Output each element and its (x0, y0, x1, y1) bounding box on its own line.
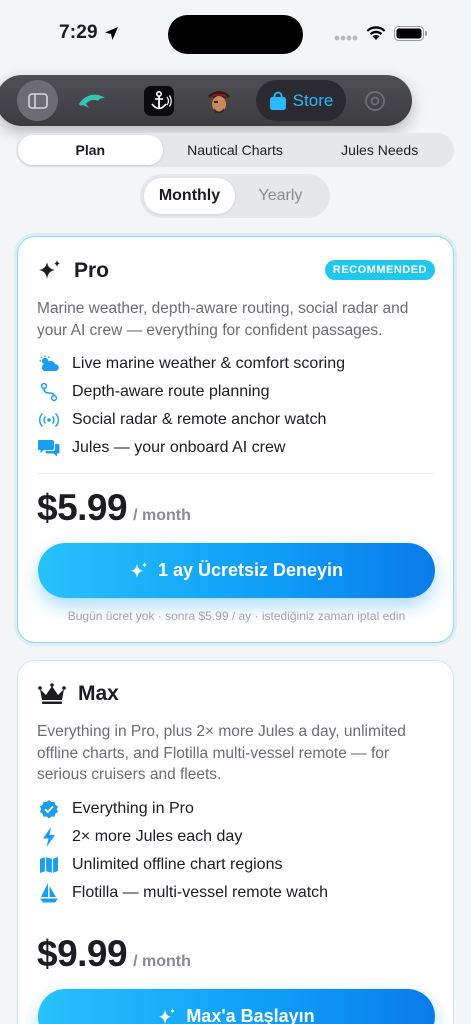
plan-description: Everything in Pro, plus 2× more Jules a … (37, 723, 406, 783)
start-trial-button[interactable]: 1 ay Ücretsiz Deneyin (38, 543, 435, 598)
dolphin-icon (79, 94, 105, 108)
feature-item: Depth-aware route planning (38, 378, 345, 406)
feature-label: Live marine weather & comfort scoring (72, 355, 345, 372)
price-period: / month (133, 507, 191, 524)
plan-card-max: Max Everything in Pro, plus 2× more Jule… (17, 660, 454, 1024)
dynamic-island (168, 15, 303, 54)
bolt-icon (38, 826, 60, 848)
crown-icon (38, 683, 66, 704)
radar-icon (38, 409, 60, 431)
tab-jules-needs[interactable]: Jules Needs (307, 135, 452, 165)
plan-name: Pro (74, 259, 110, 282)
feature-item: Live marine weather & comfort scoring (38, 350, 345, 378)
wifi-icon (366, 26, 386, 40)
plan-title-row: Max (38, 682, 119, 706)
feature-label: Depth-aware route planning (72, 383, 270, 400)
gear-icon (365, 90, 385, 111)
plan-card-pro: Pro RECOMMENDED Marine weather, depth-aw… (17, 236, 454, 643)
sparkle-icon (159, 1008, 176, 1024)
feature-label: Social radar & remote anchor watch (72, 411, 327, 428)
route-icon (38, 381, 60, 403)
feature-label: Unlimited offline chart regions (72, 856, 283, 873)
location-arrow-icon (105, 27, 118, 40)
feature-list: Everything in Pro 2× more Jules each day… (38, 795, 328, 907)
feature-item: 2× more Jules each day (38, 823, 328, 851)
signal-icon (334, 35, 358, 41)
card-divider (38, 473, 433, 474)
cta-label: Max'a Başlayın (186, 1006, 315, 1024)
price-amount: $5.99 (37, 487, 128, 528)
shopping-bag-icon (269, 91, 286, 110)
cta-label: 1 ay Ücretsiz Deneyin (157, 560, 344, 580)
feature-list: Live marine weather & comfort scoring De… (38, 350, 345, 462)
feature-item: Jules — your onboard AI crew (38, 434, 345, 462)
price-row: $5.99 / month (37, 487, 191, 529)
feature-item: Unlimited offline chart regions (38, 851, 328, 879)
feature-label: Everything in Pro (72, 800, 194, 817)
feature-label: Flotilla — multi-vessel remote watch (72, 884, 329, 901)
anchor-icon (144, 85, 174, 116)
feature-label: Jules — your onboard AI crew (72, 439, 286, 456)
sidebar-toggle-button[interactable] (17, 80, 58, 121)
battery-icon (394, 26, 427, 41)
map-icon (38, 854, 60, 876)
plan-name: Max (78, 682, 119, 705)
price-row: $9.99 / month (37, 933, 191, 975)
store-label: Store (292, 90, 334, 110)
section-tabs: Plan Nautical Charts Jules Needs (16, 133, 454, 167)
chat-icon (38, 437, 60, 459)
store-tab-button[interactable]: Store (256, 80, 346, 121)
feature-item: Flotilla — multi-vessel remote watch (38, 879, 328, 907)
tab-nautical-charts[interactable]: Nautical Charts (163, 135, 308, 165)
plan-title-row: Pro (38, 259, 109, 283)
sparkle-icon (130, 562, 147, 578)
feature-label: 2× more Jules each day (72, 828, 243, 845)
sidebar-icon (27, 92, 48, 109)
pirate-avatar-icon (208, 90, 230, 113)
settings-button[interactable] (360, 80, 390, 121)
weather-icon (38, 353, 60, 375)
pirate-avatar-button[interactable] (202, 80, 236, 121)
tab-plan[interactable]: Plan (18, 135, 163, 165)
price-period: / month (133, 953, 191, 970)
monthly-option[interactable]: Monthly (144, 178, 235, 214)
price-amount: $9.99 (37, 933, 128, 974)
sailboat-icon (38, 882, 60, 904)
status-time: 7:29 (59, 22, 98, 43)
yearly-option[interactable]: Yearly (235, 178, 326, 214)
plan-description: Marine weather, depth-aware routing, soc… (37, 300, 409, 339)
verified-icon (38, 798, 60, 820)
feature-item: Social radar & remote anchor watch (38, 406, 345, 434)
start-max-button[interactable]: Max'a Başlayın (38, 989, 435, 1024)
anchor-app-button[interactable] (142, 80, 176, 121)
sparkles-icon (39, 260, 60, 279)
recommended-badge: RECOMMENDED (324, 260, 435, 280)
trial-fine-print: Bugün ücret yok · sonra $5.99 / ay · ist… (67, 609, 406, 623)
billing-period-toggle: Monthly Yearly (140, 174, 330, 218)
status-bar: 7:29 (0, 0, 471, 64)
feature-item: Everything in Pro (38, 795, 328, 823)
dolphin-app-button[interactable] (72, 80, 112, 121)
app-toolbar: Store (0, 75, 412, 126)
